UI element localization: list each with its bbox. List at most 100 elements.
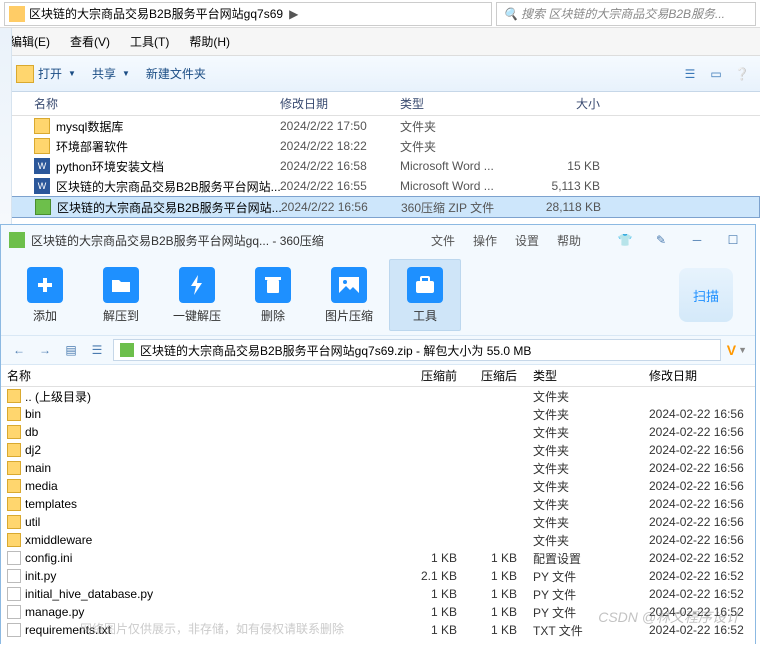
zip-menu-help[interactable]: 帮助: [557, 232, 581, 249]
zip-path-input[interactable]: 区块链的大宗商品交易B2B服务平台网站gq7s69.zip - 解包大小为 55…: [113, 339, 721, 361]
size-before: 1 KB: [405, 605, 465, 619]
zip-app-icon: [9, 232, 25, 248]
zip-file-row[interactable]: requirements.txt1 KB1 KBTXT 文件2024-02-22…: [1, 621, 755, 639]
pic-compress-button[interactable]: 图片压缩: [313, 259, 385, 331]
file-row[interactable]: 区块链的大宗商品交易B2B服务平台网站...2024/2/22 16:56360…: [0, 196, 760, 218]
breadcrumb[interactable]: 区块链的大宗商品交易B2B服务平台网站gq7s69 ▶: [4, 2, 492, 26]
list-view-icon[interactable]: ▤: [61, 340, 81, 360]
view-options-icon[interactable]: ☰: [680, 64, 700, 84]
delete-button[interactable]: 删除: [237, 259, 309, 331]
oneclick-extract-button[interactable]: 一键解压: [161, 259, 233, 331]
file-name: util: [25, 515, 40, 529]
preview-pane-icon[interactable]: ▭: [706, 64, 726, 84]
minimize-button[interactable]: ─: [683, 230, 711, 250]
zip-file-row[interactable]: config.ini1 KB1 KB配置设置2024-02-22 16:52: [1, 549, 755, 567]
zip-file-row[interactable]: media文件夹2024-02-22 16:56: [1, 477, 755, 495]
file-name: init.py: [25, 569, 56, 583]
folder-icon: [7, 461, 21, 475]
word-icon: W: [34, 158, 50, 174]
file-icon: [7, 605, 21, 619]
add-button[interactable]: 添加: [9, 259, 81, 331]
zip-menu-operate[interactable]: 操作: [473, 232, 497, 249]
search-input[interactable]: 🔍 搜索 区块链的大宗商品交易B2B服务...: [496, 2, 756, 26]
zip-menu-settings[interactable]: 设置: [515, 232, 539, 249]
zip-file-row[interactable]: util文件夹2024-02-22 16:56: [1, 513, 755, 531]
zip-file-row[interactable]: .. (上级目录)文件夹: [1, 387, 755, 405]
share-button[interactable]: 共享 ▼: [84, 61, 138, 86]
zip-file-row[interactable]: templates文件夹2024-02-22 16:56: [1, 495, 755, 513]
file-size: 28,118 KB: [521, 200, 621, 214]
file-type: PY 文件: [525, 604, 645, 621]
size-before: 2.1 KB: [405, 569, 465, 583]
file-name: 区块链的大宗商品交易B2B服务平台网站...: [57, 199, 281, 216]
file-type: 文件夹: [525, 514, 645, 531]
file-type: 文件夹: [525, 496, 645, 513]
trash-icon: [255, 267, 291, 303]
file-row[interactable]: mysql数据库2024/2/22 17:50文件夹: [0, 116, 760, 136]
open-button[interactable]: 打开 ▼: [8, 61, 84, 87]
col-type[interactable]: 类型: [400, 95, 520, 112]
folder-icon: [7, 533, 21, 547]
file-name: main: [25, 461, 51, 475]
details-view-icon[interactable]: ☰: [87, 340, 107, 360]
size-after: 1 KB: [465, 623, 525, 637]
back-button[interactable]: ←: [9, 340, 29, 360]
scan-button[interactable]: 扫描: [679, 268, 733, 322]
feedback-icon[interactable]: ✎: [647, 230, 675, 250]
caret-down-icon: ▼: [738, 345, 747, 355]
zcol-name[interactable]: 名称: [1, 367, 405, 384]
folder-icon: [7, 479, 21, 493]
file-date: 2024-02-22 16:56: [645, 425, 755, 439]
zcol-after[interactable]: 压缩后: [465, 367, 525, 384]
size-after: 1 KB: [465, 569, 525, 583]
file-type: 文件夹: [525, 478, 645, 495]
vip-badge[interactable]: V ▼: [727, 342, 747, 358]
folder-icon: [7, 407, 21, 421]
file-type: 360压缩 ZIP 文件: [401, 199, 521, 216]
file-name: python环境安装文档: [56, 158, 164, 175]
col-size[interactable]: 大小: [520, 95, 620, 112]
zip-file-row[interactable]: db文件夹2024-02-22 16:56: [1, 423, 755, 441]
zip-file-row[interactable]: xmiddleware文件夹2024-02-22 16:56: [1, 531, 755, 549]
folder-icon: [7, 425, 21, 439]
file-date: 2024/2/22 16:55: [280, 179, 400, 193]
help-icon[interactable]: ❔: [732, 64, 752, 84]
zcol-date[interactable]: 修改日期: [645, 367, 755, 384]
menu-tools[interactable]: 工具(T): [124, 31, 175, 52]
add-icon: [27, 267, 63, 303]
file-date: 2024/2/22 17:50: [280, 119, 400, 133]
tools-button[interactable]: 工具: [389, 259, 461, 331]
file-date: 2024-02-22 16:52: [645, 551, 755, 565]
file-row[interactable]: W区块链的大宗商品交易B2B服务平台网站...2024/2/22 16:55Mi…: [0, 176, 760, 196]
maximize-button[interactable]: ☐: [719, 230, 747, 250]
search-icon: 🔍: [503, 7, 517, 21]
zip-file-row[interactable]: init.py2.1 KB1 KBPY 文件2024-02-22 16:52: [1, 567, 755, 585]
col-date[interactable]: 修改日期: [280, 95, 400, 112]
folder-icon: [7, 515, 21, 529]
zip-file-row[interactable]: bin文件夹2024-02-22 16:56: [1, 405, 755, 423]
zip-file-row[interactable]: main文件夹2024-02-22 16:56: [1, 459, 755, 477]
caret-down-icon: ▼: [122, 69, 130, 78]
file-type: Microsoft Word ...: [400, 159, 520, 173]
col-name[interactable]: 名称: [0, 95, 280, 112]
chevron-right-icon[interactable]: ▶: [283, 7, 304, 21]
zip-titlebar[interactable]: 区块链的大宗商品交易B2B服务平台网站gq... - 360压缩 文件 操作 设…: [1, 225, 755, 255]
file-row[interactable]: 环境部署软件2024/2/22 18:22文件夹: [0, 136, 760, 156]
file-row[interactable]: Wpython环境安装文档2024/2/22 16:58Microsoft Wo…: [0, 156, 760, 176]
zcol-before[interactable]: 压缩前: [405, 367, 465, 384]
zip-file-row[interactable]: initial_hive_database.py1 KB1 KBPY 文件202…: [1, 585, 755, 603]
skin-icon[interactable]: 👕: [611, 230, 639, 250]
menu-view[interactable]: 查看(V): [64, 31, 116, 52]
newfolder-button[interactable]: 新建文件夹: [138, 61, 214, 86]
zcol-type[interactable]: 类型: [525, 367, 645, 384]
menu-help[interactable]: 帮助(H): [183, 31, 236, 52]
forward-button[interactable]: →: [35, 340, 55, 360]
file-type: 文件夹: [525, 406, 645, 423]
file-type: 文件夹: [525, 388, 645, 405]
folder-icon: [7, 389, 21, 403]
extract-button[interactable]: 解压到: [85, 259, 157, 331]
zip-menu-file[interactable]: 文件: [431, 232, 455, 249]
zip-file-row[interactable]: manage.py1 KB1 KBPY 文件2024-02-22 16:52: [1, 603, 755, 621]
zip-file-row[interactable]: dj2文件夹2024-02-22 16:56: [1, 441, 755, 459]
file-type: 文件夹: [525, 460, 645, 477]
